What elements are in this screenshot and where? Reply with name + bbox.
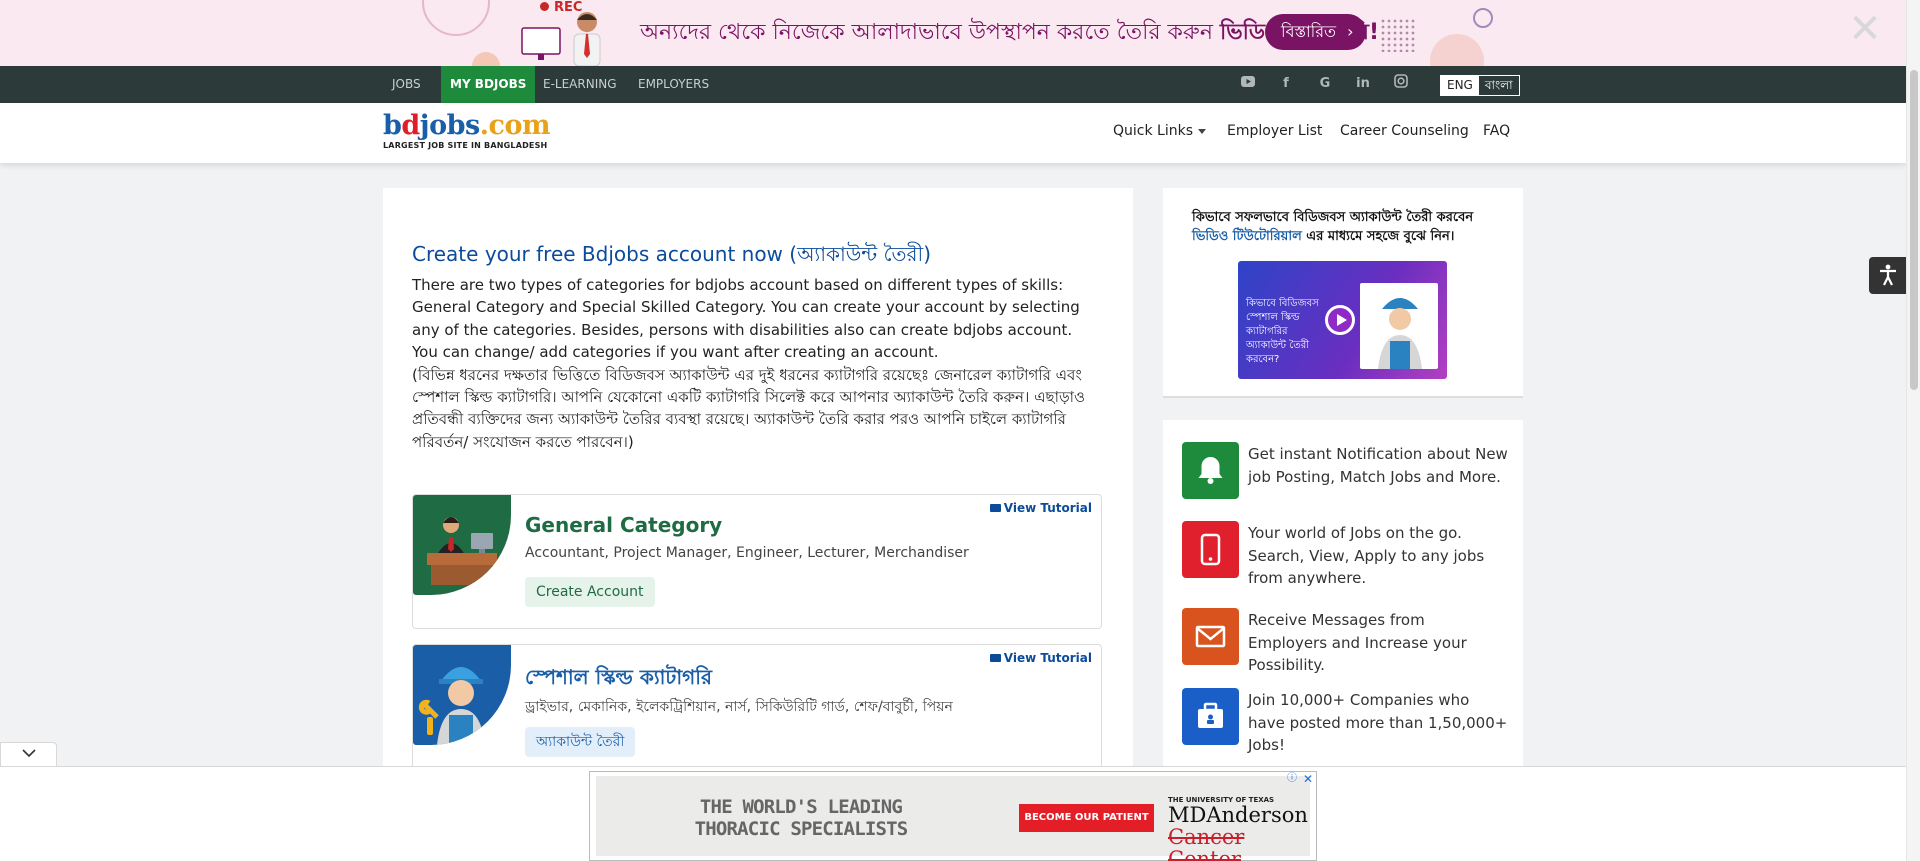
ad-headline: THE WORLD'S LEADING THORACIC SPECIALISTS <box>694 796 909 840</box>
description-bangla: (বিভিন্ন ধরনের দক্ষতার ভিত্তিতে বিডিজবস … <box>412 365 1086 451</box>
feature-text: Receive Messages from Employers and Incr… <box>1248 611 1467 674</box>
ad-close-icon[interactable]: ✕ <box>1301 772 1315 786</box>
account-create-card: Create your free Bdjobs account now (অ্য… <box>383 188 1133 779</box>
description-english: There are two types of categories for bd… <box>412 276 1080 362</box>
lang-bangla-button[interactable]: বাংলা <box>1478 76 1519 95</box>
view-tutorial-special-link[interactable]: View Tutorial <box>989 651 1092 665</box>
tutorial-heading-text: কিভাবে সফলভাবে বিডিজবস অ্যাকাউন্ট তৈরী ক… <box>1192 210 1474 225</box>
feature-messages: Receive Messages from Employers and Incr… <box>1182 608 1512 674</box>
ad-info-icon[interactable]: ⓘ <box>1285 772 1299 786</box>
mobile-icon <box>1182 521 1239 578</box>
logo-letter-d: d <box>401 110 420 141</box>
decor-circle <box>472 52 500 66</box>
banner-details-label: বিস্তারিত <box>1281 22 1337 41</box>
bell-icon <box>1182 442 1239 499</box>
play-icon[interactable] <box>1325 305 1355 335</box>
nav-e-learning[interactable]: E-LEARNING <box>534 66 626 103</box>
special-category-title: স্পেশাল স্কিল্ড ক্যাটাগরি <box>525 665 712 689</box>
linkedin-icon[interactable]: in <box>1353 74 1373 94</box>
feature-text: Get instant Notification about New job P… <box>1248 445 1508 486</box>
logo-letter-b: b <box>383 110 402 141</box>
nav-jobs[interactable]: JOBS <box>383 66 430 103</box>
chevron-down-icon <box>21 746 36 762</box>
video-tutorial-link[interactable]: ভিডিও টিউটোরিয়াল <box>1192 229 1302 244</box>
page-scrollbar[interactable] <box>1906 0 1920 861</box>
view-tutorial-label: View Tutorial <box>1003 501 1092 515</box>
video-tutorial-panel: কিভাবে সফলভাবে বিডিজবস অ্যাকাউন্ট তৈরী ক… <box>1163 188 1523 398</box>
features-panel: Get instant Notification about New job P… <box>1163 420 1523 780</box>
advertisement[interactable]: THE WORLD'S LEADING THORACIC SPECIALISTS… <box>589 771 1317 861</box>
top-navbar: JOBS MY BDJOBS E-LEARNING EMPLOYERS f G … <box>0 66 1906 103</box>
general-category-card[interactable]: General Category Accountant, Project Man… <box>412 494 1102 629</box>
tutorial-video-thumbnail[interactable]: কিভাবে বিডিজবস স্পেশাল স্কিল্ড ক্যাটাগরি… <box>1238 261 1447 379</box>
feature-mobile: Your world of Jobs on the go. Search, Vi… <box>1182 521 1512 587</box>
quick-links-dropdown[interactable]: Quick Links <box>1113 123 1207 139</box>
logo-tagline: LARGEST JOB SITE IN BANGLADESH <box>383 141 548 150</box>
view-tutorial-label: View Tutorial <box>1003 651 1092 665</box>
general-category-image <box>413 495 511 595</box>
instagram-icon[interactable] <box>1391 74 1411 94</box>
decor-circle <box>422 0 490 36</box>
person-computer-illustration <box>521 12 601 66</box>
site-header: bdjobs.com LARGEST JOB SITE IN BANGLADES… <box>0 103 1906 163</box>
envelope-icon <box>1182 608 1239 665</box>
special-category-image <box>413 645 511 745</box>
create-account-special-button[interactable]: অ্যাকাউন্ট তৈরী <box>525 727 636 757</box>
ad-brand-line2: Cancer Center <box>1168 825 1245 861</box>
briefcase-icon <box>1182 688 1239 745</box>
feature-notification: Get instant Notification about New job P… <box>1182 442 1512 502</box>
video-icon <box>989 504 1001 512</box>
special-category-subtitle: ড্রাইভার, মেকানিক, ইলেকট্রিশিয়ান, নার্স… <box>525 699 953 715</box>
feature-text: Join 10,000+ Companies who have posted m… <box>1248 691 1508 754</box>
career-counseling-link[interactable]: Career Counseling <box>1340 123 1469 139</box>
faq-link[interactable]: FAQ <box>1483 123 1510 139</box>
youtube-icon[interactable] <box>1238 74 1258 94</box>
video-icon <box>989 654 1001 662</box>
ad-cta-button[interactable]: BECOME OUR PATIENT <box>1019 804 1154 832</box>
video-illustration <box>1360 283 1438 369</box>
feature-text: Your world of Jobs on the go. Search, Vi… <box>1248 524 1485 587</box>
bdjobs-logo[interactable]: bdjobs.com LARGEST JOB SITE IN BANGLADES… <box>383 110 551 151</box>
facebook-icon[interactable]: f <box>1276 74 1296 94</box>
banner-details-button[interactable]: বিস্তারিত › <box>1265 14 1366 50</box>
accessibility-icon[interactable] <box>1869 257 1906 294</box>
view-tutorial-general-link[interactable]: View Tutorial <box>989 501 1092 515</box>
ad-brand-line1: MDAnderson <box>1168 803 1308 827</box>
video-caption: কিভাবে বিডিজবস স্পেশাল স্কিল্ড ক্যাটাগরি… <box>1246 298 1319 365</box>
google-icon[interactable]: G <box>1315 74 1335 94</box>
ad-brand-logo: MDAnderson Cancer Center <box>1168 804 1310 861</box>
collapse-ad-button[interactable] <box>0 742 57 766</box>
feature-companies: Join 10,000+ Companies who have posted m… <box>1182 688 1512 754</box>
banner-text-normal: অন্যদের থেকে নিজেকে আলাদাভাবে উপস্থাপন ক… <box>640 20 1213 45</box>
ad-content: THE WORLD'S LEADING THORACIC SPECIALISTS… <box>596 776 1310 861</box>
quick-links-label: Quick Links <box>1113 123 1194 139</box>
decor-dots <box>1380 18 1416 52</box>
caret-down-icon <box>1198 128 1207 134</box>
nav-my-bdjobs[interactable]: MY BDJOBS <box>441 66 536 103</box>
tutorial-heading-suffix: এর মাধ্যমে সহজে বুঝে নিন। <box>1301 229 1455 244</box>
decor-circle <box>1430 34 1484 66</box>
lang-english-button[interactable]: ENG <box>1441 76 1479 95</box>
logo-dotcom: .com <box>479 110 551 141</box>
page-title: Create your free Bdjobs account now (অ্য… <box>412 242 932 266</box>
decor-circle <box>1473 8 1493 28</box>
logo-wordmark: bdjobs.com <box>383 110 551 141</box>
logo-letter-j: j <box>419 110 430 141</box>
logo-letters-obs: obs <box>429 110 480 141</box>
nav-employers[interactable]: EMPLOYERS <box>629 66 718 103</box>
employer-list-link[interactable]: Employer List <box>1227 123 1322 139</box>
general-category-title: General Category <box>525 513 723 537</box>
banner-close-icon[interactable]: ✕ <box>1847 9 1883 49</box>
language-switch: ENG বাংলা <box>1440 75 1520 96</box>
special-skilled-category-card[interactable]: স্পেশাল স্কিল্ড ক্যাটাগরি ড্রাইভার, মেকা… <box>412 644 1102 779</box>
page-description: There are two types of categories for bd… <box>412 274 1092 453</box>
chevron-right-icon: › <box>1347 22 1354 41</box>
general-category-subtitle: Accountant, Project Manager, Engineer, L… <box>525 545 969 561</box>
video-tutorial-heading: কিভাবে সফলভাবে বিডিজবস অ্যাকাউন্ট তৈরী ক… <box>1192 208 1512 246</box>
create-account-general-button[interactable]: Create Account <box>525 577 655 607</box>
promo-banner[interactable]: REC অন্যদের থেকে নিজেকে আলাদাভাবে উপস্থা… <box>0 0 1906 66</box>
scrollbar-thumb[interactable] <box>1910 70 1918 390</box>
